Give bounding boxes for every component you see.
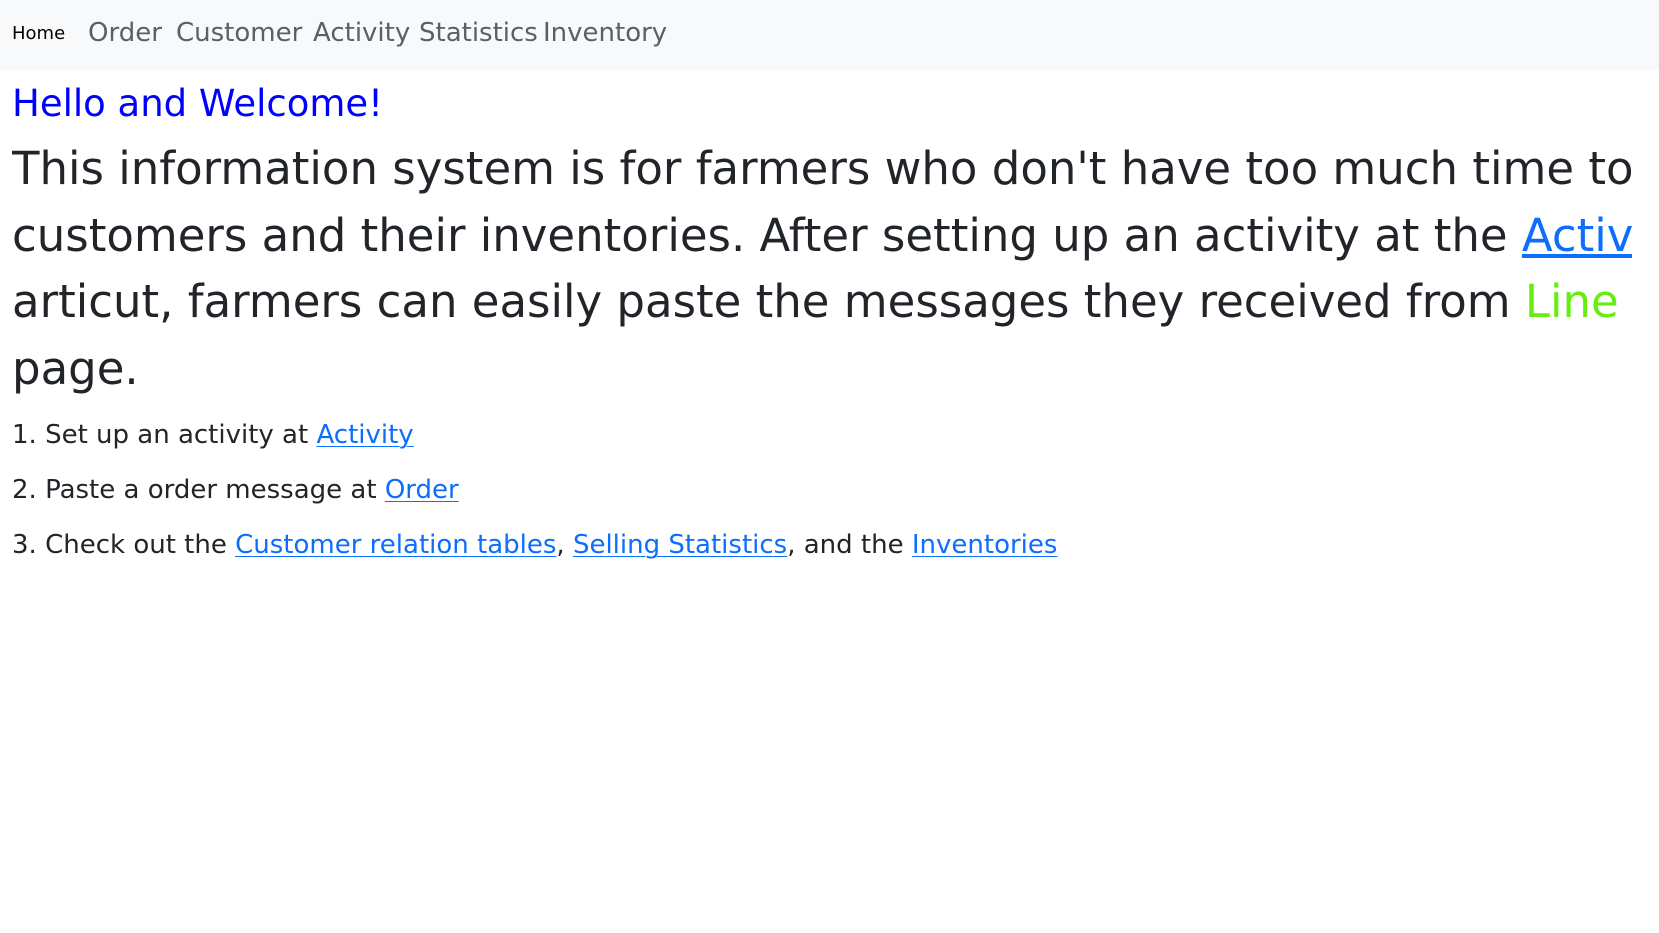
nav-home-link[interactable]: Home xyxy=(12,23,65,45)
nav-statistics-link[interactable]: Statistics xyxy=(419,17,538,49)
intro-text: at the xyxy=(1619,275,1632,328)
line-app-highlight: Line xyxy=(1524,275,1619,328)
intro-paragraph: This information system is for farmers w… xyxy=(12,136,1632,402)
welcome-heading: Hello and Welcome! xyxy=(12,82,383,125)
nav-order-link[interactable]: Order xyxy=(88,17,162,49)
nav-activity-link[interactable]: Activity xyxy=(313,17,410,49)
step-text: 1. Set up an activity at xyxy=(12,420,317,450)
nav-inventory-link[interactable]: Inventory xyxy=(543,17,667,49)
step-text: , xyxy=(556,530,573,560)
step-text: , and the xyxy=(787,530,912,560)
intro-line-3: articut, farmers can easily paste the me… xyxy=(12,269,1632,336)
step-1: 1. Set up an activity at Activity xyxy=(12,419,414,451)
step-activity-link[interactable]: Activity xyxy=(316,420,413,450)
step-2: 2. Paste a order message at Order xyxy=(12,474,459,506)
step-order-link[interactable]: Order xyxy=(385,475,459,505)
intro-line-1: This information system is for farmers w… xyxy=(12,142,1632,195)
intro-line-4: page. xyxy=(12,341,139,395)
intro-text: customers and their inventories. After s… xyxy=(12,208,1522,262)
intro-activity-link[interactable]: Activity xyxy=(1522,209,1632,262)
step-inventories-link[interactable]: Inventories xyxy=(912,530,1058,560)
intro-line-2: customers and their inventories. After s… xyxy=(12,203,1632,270)
nav-customer-link[interactable]: Customer xyxy=(176,17,302,49)
step-customer-tables-link[interactable]: Customer relation tables xyxy=(235,530,556,560)
step-text: 3. Check out the xyxy=(12,530,236,560)
step-text: 2. Paste a order message at xyxy=(12,475,385,505)
step-selling-statistics-link[interactable]: Selling Statistics xyxy=(573,530,787,560)
top-navbar: Home Order Customer Activity Statistics … xyxy=(0,0,1659,70)
step-3: 3. Check out the Customer relation table… xyxy=(12,529,1057,561)
intro-text: articut, farmers can easily paste the me… xyxy=(12,275,1525,328)
